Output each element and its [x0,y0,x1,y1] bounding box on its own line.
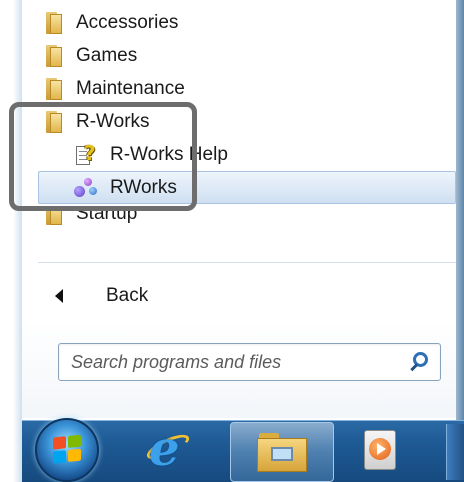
start-menu-screenshot: Accessories Games Maintenance R-Works ? … [0,0,464,482]
back-arrow-icon [55,289,63,303]
back-button[interactable]: Back [38,280,148,312]
menu-separator [38,262,456,263]
program-folder-label: Maintenance [76,77,185,99]
callout-highlight-box [9,102,197,211]
taskbar-button-partial[interactable] [446,424,464,480]
back-label: Back [106,285,149,306]
program-folder-accessories[interactable]: Accessories [22,6,178,39]
program-folder-maintenance[interactable]: Maintenance [22,72,185,105]
folder-icon [46,11,64,34]
menu-frame-right [456,0,464,420]
folder-icon [46,77,64,100]
program-folder-games[interactable]: Games [22,39,137,72]
media-player-icon[interactable] [360,428,400,472]
internet-explorer-icon[interactable]: e [143,421,193,477]
windows-explorer-button[interactable] [230,422,334,482]
start-orb-button[interactable] [35,418,99,482]
folder-icon [46,44,64,67]
menu-frame-left [0,0,22,482]
program-folder-label: Games [76,44,138,66]
windows-logo-icon [53,434,83,465]
search-icon[interactable] [409,352,428,372]
search-box[interactable] [58,343,441,381]
windows-explorer-icon [257,433,307,473]
program-folder-label: Accessories [76,11,179,33]
search-input[interactable] [71,344,391,380]
